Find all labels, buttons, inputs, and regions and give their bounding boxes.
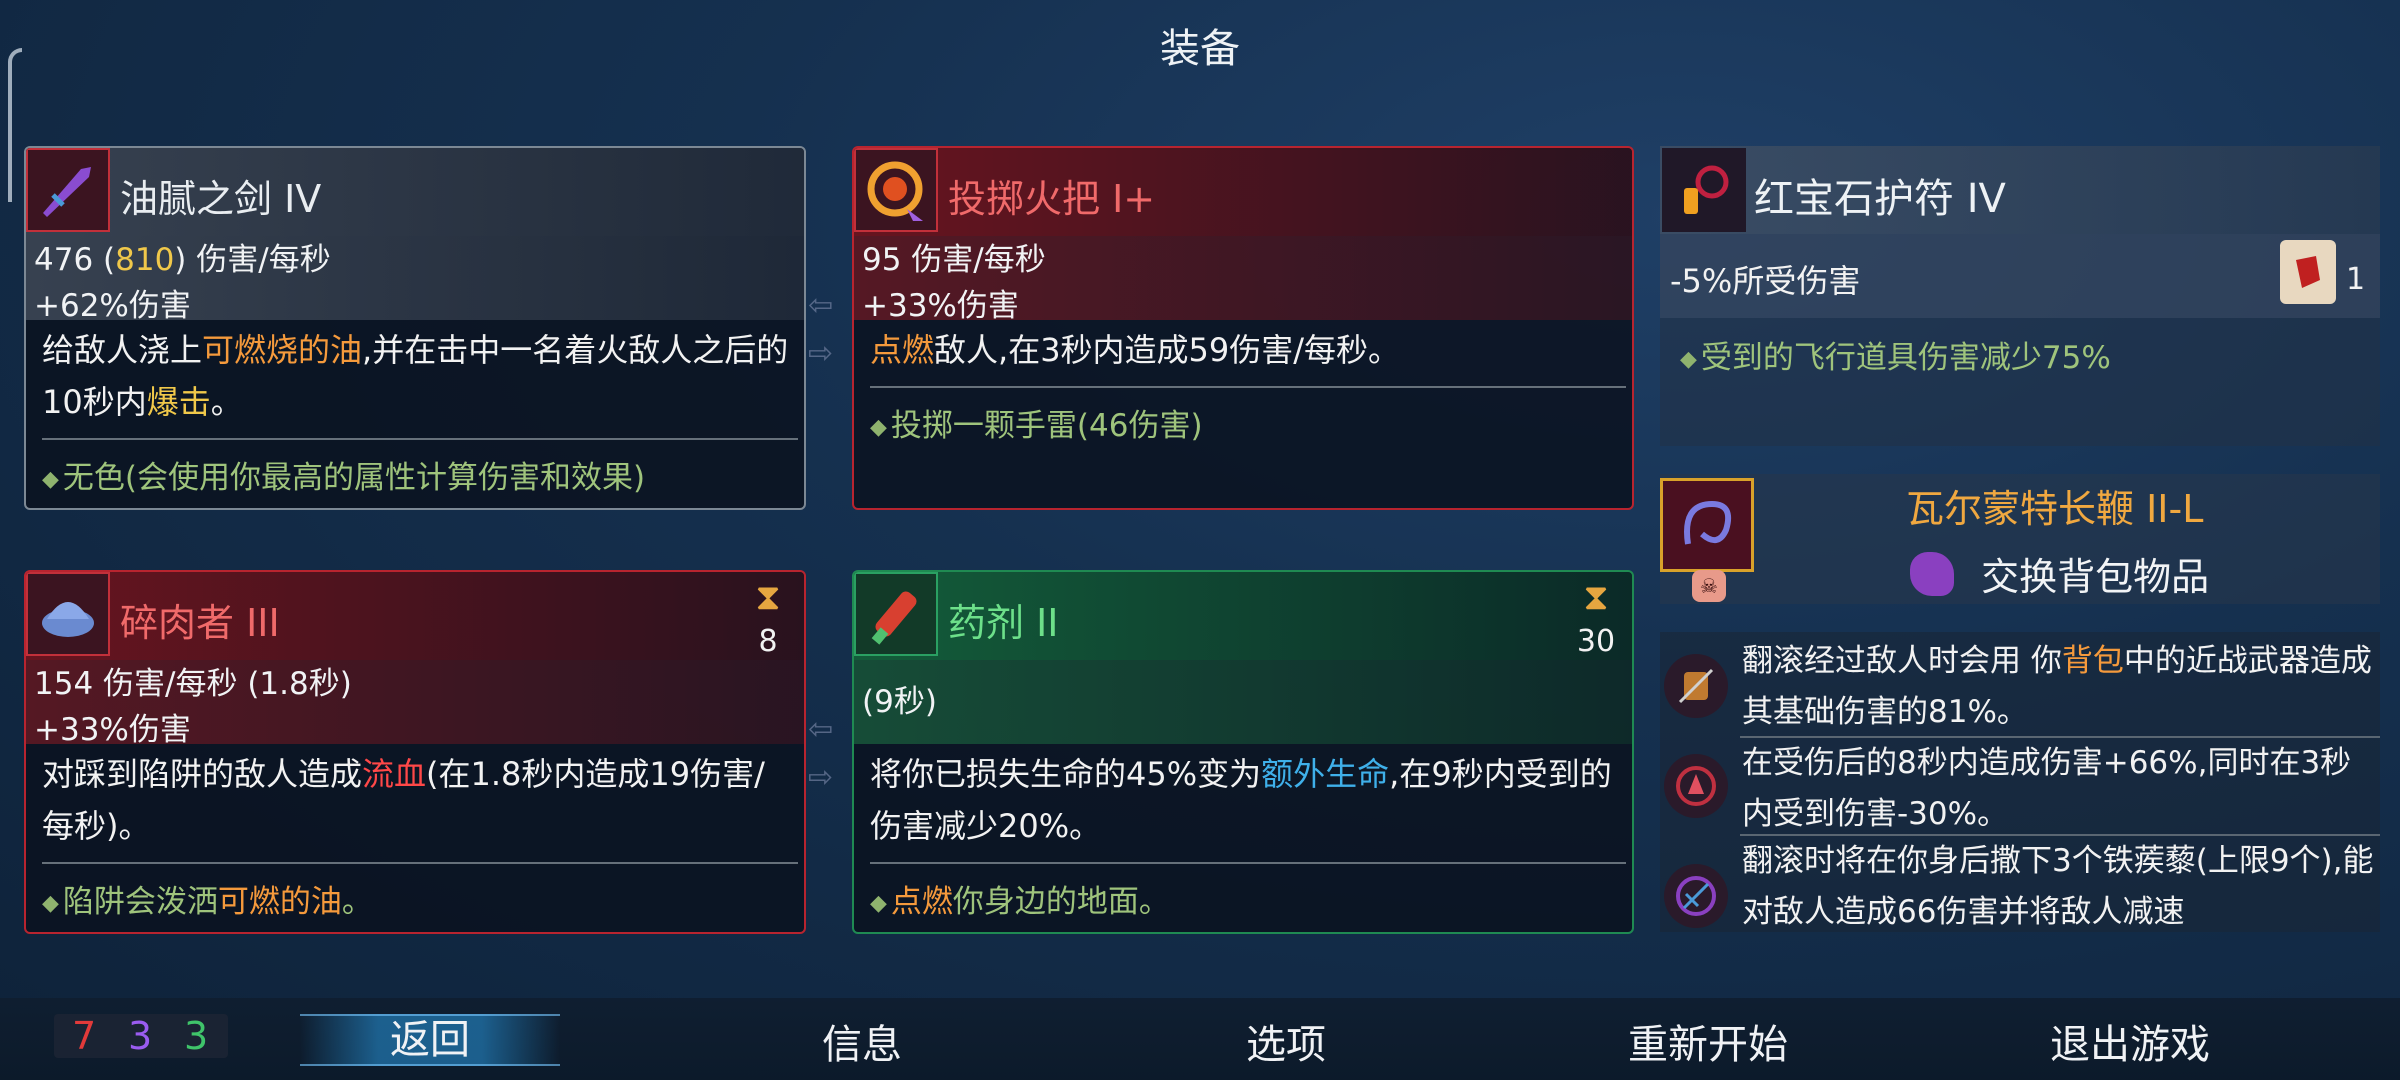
divider: [42, 438, 798, 440]
swap-backpack-action[interactable]: 交换背包物品: [1910, 546, 2209, 599]
weapon-description: 点燃敌人,在3秒内造成59伤害/每秒。: [870, 331, 1401, 369]
weapon-affix: ◆ 投掷一颗手雷(46伤害): [870, 408, 1203, 444]
weapon-description: 给敌人浇上可燃烧的油,并在击中一名着火敌人之后的10秒内爆击。: [42, 331, 789, 421]
mutation-description: 翻滚时将在你身后撒下3个铁蒺藜(上限9个),能对敌人造成66伤害并将敌人减速: [1742, 843, 2374, 930]
skill-description: 将你已损失生命的45%变为额外生命,在9秒内受到的伤害减少20%。: [870, 755, 1612, 845]
weapon-dps: 476 (810) 伤害/每秒: [34, 242, 331, 278]
mutation-row[interactable]: 翻滚经过敌人时会用 你背包中的近战武器造成其基础伤害的81%。: [1660, 636, 2380, 736]
whip-icon: [1660, 478, 1754, 572]
weapon-damage-bonus: +33%伤害: [862, 288, 1019, 324]
retaliation-mutation-icon: [1664, 754, 1728, 818]
hourglass-icon: ⧗: [1583, 577, 1609, 618]
skill-dps: 154 伤害/每秒 (1.8秒): [34, 666, 352, 702]
page-title: 装备: [1160, 26, 1240, 72]
hand-icon: [1910, 551, 1954, 596]
options-button[interactable]: 选项: [1156, 1012, 1416, 1070]
skill-name: 药剂 II: [948, 601, 1059, 645]
skull-icon: ☠: [1692, 570, 1726, 602]
weapon-card-torch[interactable]: 投掷火把 I+ 95 伤害/每秒 +33%伤害 点燃敌人,在3秒内造成59伤害/…: [852, 146, 1634, 510]
cooldown-indicator: ⧗ 30: [1574, 577, 1618, 660]
sword-icon: [26, 148, 110, 232]
caltrops-mutation-icon: [1664, 864, 1728, 928]
weapon-name: 投掷火把 I+: [948, 177, 1156, 221]
amulet-stat: -5%所受伤害: [1670, 262, 1861, 300]
swap-left-arrow-icon: ⇦: [808, 288, 834, 323]
info-button[interactable]: 信息: [732, 1012, 992, 1070]
skill-duration: (9秒): [862, 684, 937, 720]
diamond-icon: ◆: [42, 467, 59, 492]
diamond-icon: ◆: [42, 891, 59, 916]
scroll-counters: 7 3 3: [54, 1014, 228, 1058]
skill-affix: ◆ 点燃你身边的地面。: [870, 884, 1170, 920]
divider: [42, 862, 798, 864]
mutation-row[interactable]: 翻滚时将在你身后撒下3个铁蒺藜(上限9个),能对敌人造成66伤害并将敌人减速: [1660, 836, 2380, 932]
weapon-dps: 95 伤害/每秒: [862, 242, 1046, 278]
divider: [870, 862, 1626, 864]
mutation-row[interactable]: 在受伤后的8秒内造成伤害+66%,同时在3秒内受到伤害-30%。: [1660, 738, 2380, 834]
potion-icon: [854, 572, 938, 656]
survival-count: 3: [184, 1014, 209, 1058]
mutation-description: 在受伤后的8秒内造成伤害+66%,同时在3秒内受到伤害-30%。: [1742, 745, 2352, 832]
quit-button[interactable]: 退出游戏: [2000, 1012, 2260, 1070]
torch-icon: [854, 148, 938, 232]
weapon-affix: ◆ 无色(会使用你最高的属性计算伤害和效果): [42, 460, 646, 496]
skill-card-potion[interactable]: 药剂 II ⧗ 30 (9秒) 将你已损失生命的45%变为额外生命,在9秒内受到…: [852, 570, 1634, 934]
diamond-icon: ◆: [870, 891, 887, 916]
mutation-description: 翻滚经过敌人时会用 你背包中的近战武器造成其基础伤害的81%。: [1742, 643, 2372, 730]
scroll-count: 1: [2346, 262, 2366, 297]
weapon-name: 油腻之剑 IV: [120, 177, 322, 221]
backpack-item-name: 瓦尔蒙特长鞭 II-L: [1906, 487, 2204, 531]
amulet-name: 红宝石护符 IV: [1754, 176, 2006, 222]
divider: [870, 386, 1626, 388]
brutality-count: 7: [72, 1014, 97, 1058]
back-button[interactable]: 返回: [300, 1014, 560, 1066]
skill-affix: ◆ 陷阱会泼洒可燃的油。: [42, 884, 373, 920]
skill-name: 碎肉者 III: [120, 601, 280, 645]
swap-right-arrow-icon: ⇨: [808, 760, 834, 795]
diamond-icon: ◆: [870, 415, 887, 440]
swap-right-arrow-icon: ⇨: [808, 336, 834, 371]
skill-damage-bonus: +33%伤害: [34, 712, 191, 748]
restart-button[interactable]: 重新开始: [1578, 1012, 1838, 1070]
amulet-affix: ◆ 受到的飞行道具伤害减少75%: [1680, 340, 2111, 376]
amulet-icon: [1662, 148, 1746, 232]
hourglass-icon: ⧗: [755, 577, 781, 618]
panel-bracket: [8, 48, 22, 202]
diamond-icon: ◆: [1680, 347, 1697, 372]
tactics-count: 3: [128, 1014, 153, 1058]
swap-left-arrow-icon: ⇦: [808, 712, 834, 747]
scroll-icon: [2280, 240, 2336, 304]
weapon-damage-bonus: +62%伤害: [34, 288, 191, 324]
grinder-icon: [26, 572, 110, 656]
weapon-card-sword[interactable]: 油腻之剑 IV 476 (810) 伤害/每秒 +62%伤害 给敌人浇上可燃烧的…: [24, 146, 806, 510]
backpack-mutation-icon: [1664, 654, 1728, 718]
skill-description: 对踩到陷阱的敌人造成流血(在1.8秒内造成19伤害/每秒)。: [42, 755, 765, 845]
cooldown-indicator: ⧗ 8: [746, 577, 790, 660]
skill-card-butcher[interactable]: 碎肉者 III ⧗ 8 154 伤害/每秒 (1.8秒) +33%伤害 对踩到陷…: [24, 570, 806, 934]
